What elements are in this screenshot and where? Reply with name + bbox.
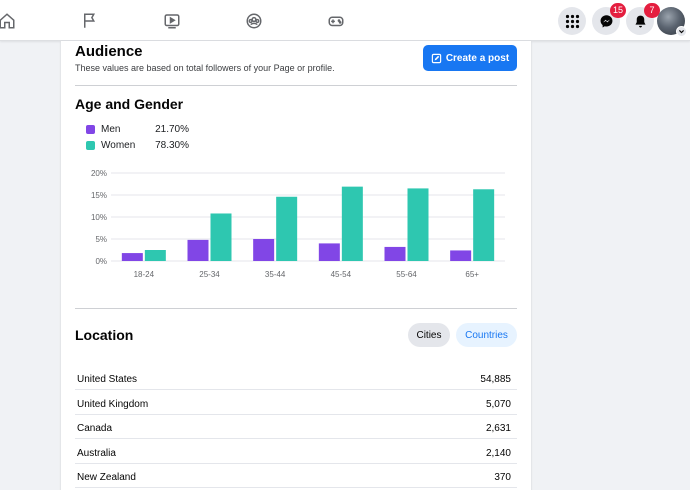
x-tick-label: 25-34: [199, 270, 220, 279]
location-name: Canada: [77, 423, 113, 434]
list-item: Australia 2,140: [75, 440, 517, 464]
bar-men-55-64[interactable]: [384, 246, 406, 261]
legend-value: 21.70%: [155, 124, 189, 135]
y-tick-label: 10%: [91, 213, 107, 222]
bar-men-65+[interactable]: [450, 250, 472, 261]
audience-card: Audience These values are based on total…: [61, 41, 531, 490]
x-tick-label: 35-44: [265, 270, 286, 279]
x-tick-label: 55-64: [396, 270, 417, 279]
legend-swatch-men: [86, 125, 95, 134]
age-gender-title: Age and Gender: [75, 96, 184, 112]
bar-men-18-24[interactable]: [121, 253, 143, 261]
audience-subtitle: These values are based on total follower…: [75, 63, 335, 73]
tab-countries[interactable]: Countries: [456, 323, 517, 347]
bar-men-25-34[interactable]: [187, 239, 209, 261]
legend-item-men: Men 21.70%: [86, 124, 189, 135]
legend-item-women: Women 78.30%: [86, 140, 189, 151]
location-value: 54,885: [480, 374, 511, 385]
messenger-button[interactable]: 15: [592, 3, 626, 35]
menu-button[interactable]: [558, 7, 586, 35]
y-tick-label: 15%: [91, 191, 107, 200]
location-value: 370: [494, 472, 511, 483]
legend-value: 78.30%: [155, 140, 189, 151]
y-tick-label: 0%: [95, 257, 107, 266]
bar-men-45-54[interactable]: [318, 243, 340, 261]
bar-women-45-54[interactable]: [341, 186, 363, 261]
location-name: United States: [77, 374, 138, 385]
top-navigation-bar: 15 7: [0, 0, 690, 41]
gaming-icon[interactable]: [325, 10, 347, 32]
bar-women-35-44[interactable]: [276, 196, 298, 261]
location-name: United Kingdom: [77, 399, 149, 410]
flag-icon[interactable]: [79, 10, 101, 32]
groups-icon[interactable]: [243, 10, 265, 32]
location-title: Location: [75, 327, 134, 343]
create-post-button[interactable]: Create a post: [423, 45, 517, 71]
divider: [75, 85, 517, 86]
video-icon[interactable]: [161, 10, 183, 32]
x-tick-label: 45-54: [331, 270, 352, 279]
x-tick-label: 65+: [465, 270, 479, 279]
list-item: United States 54,885: [75, 366, 517, 390]
location-value: 2,631: [485, 423, 511, 434]
x-tick-label: 18-24: [134, 270, 155, 279]
bar-women-65+[interactable]: [473, 189, 495, 261]
divider: [75, 308, 517, 309]
bar-women-25-34[interactable]: [210, 213, 232, 261]
location-name: Australia: [77, 448, 116, 459]
location-value: 2,140: [485, 448, 511, 459]
location-name: New Zealand: [77, 472, 136, 483]
chevron-down-icon: [676, 26, 687, 37]
bar-men-35-44[interactable]: [253, 239, 275, 261]
y-tick-label: 20%: [91, 169, 107, 178]
age-gender-bar-chart: 20% 15% 10% 5% 0% 18-24 25-34 35-44 45-54 55-64 65…: [91, 169, 505, 279]
location-value: 5,070: [485, 399, 511, 410]
edit-icon: [431, 53, 442, 63]
avatar[interactable]: [657, 7, 687, 37]
home-icon[interactable]: [0, 10, 18, 32]
tab-cities[interactable]: Cities: [408, 323, 450, 347]
y-tick-label: 5%: [95, 235, 107, 244]
bar-women-18-24[interactable]: [144, 250, 166, 261]
list-item: United Kingdom 5,070: [75, 391, 517, 415]
legend-label: Women: [101, 140, 136, 151]
create-post-label: Create a post: [445, 52, 510, 64]
grid-menu-icon: [565, 14, 579, 28]
audience-title: Audience: [75, 43, 143, 60]
bar-women-55-64[interactable]: [407, 188, 429, 261]
list-item: Canada 2,631: [75, 415, 517, 439]
notifications-button[interactable]: 7: [626, 3, 660, 35]
list-item: New Zealand 370: [75, 464, 517, 488]
messenger-badge: 15: [609, 3, 626, 18]
legend-swatch-women: [86, 141, 95, 150]
legend-label: Men: [101, 124, 121, 135]
